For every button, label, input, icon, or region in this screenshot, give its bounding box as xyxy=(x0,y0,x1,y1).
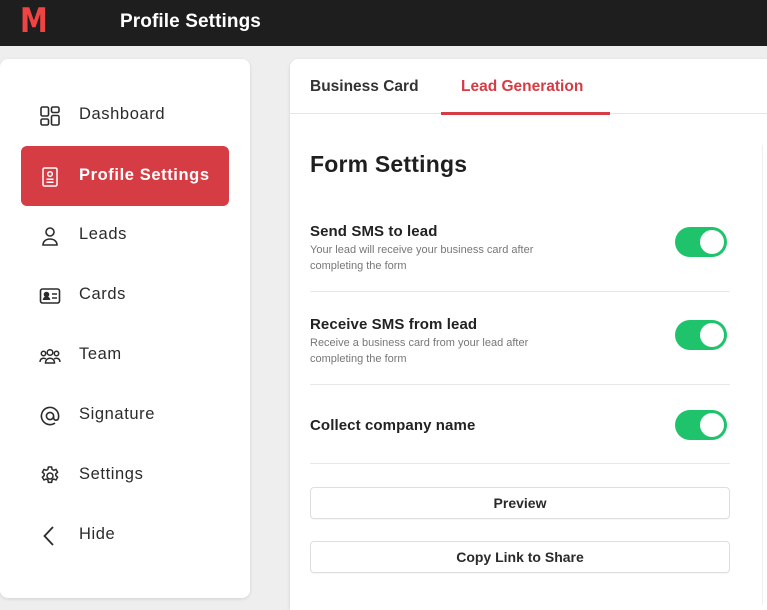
preview-button[interactable]: Preview xyxy=(310,487,730,519)
setting-title: Collect company name xyxy=(310,417,476,434)
setting-send-sms: Send SMS to lead Your lead will receive … xyxy=(310,223,730,292)
dashboard-icon xyxy=(39,105,61,127)
sidebar-item-label: Cards xyxy=(79,285,127,303)
sidebar-item-profile-settings[interactable]: Profile Settings xyxy=(21,146,229,206)
receive-sms-toggle[interactable] xyxy=(675,320,727,350)
sidebar-item-label: Team xyxy=(79,345,122,363)
toggle-knob xyxy=(700,323,724,347)
sidebar-item-label: Leads xyxy=(79,225,127,243)
sidebar-item-team[interactable]: Team xyxy=(21,325,229,385)
team-icon xyxy=(39,345,61,367)
sidebar: Dashboard Profile Settings Leads Cards T… xyxy=(0,59,250,598)
sidebar-item-dashboard[interactable]: Dashboard xyxy=(21,85,229,145)
toggle-knob xyxy=(700,230,724,254)
sidebar-item-cards[interactable]: Cards xyxy=(21,265,229,325)
person-icon xyxy=(39,225,61,247)
gear-icon xyxy=(39,465,61,487)
sidebar-item-label: Dashboard xyxy=(79,105,166,123)
tab-label: Business Card xyxy=(310,78,419,95)
setting-collect-company: Collect company name xyxy=(310,385,730,464)
chevron-left-icon xyxy=(39,525,61,547)
setting-title: Send SMS to lead xyxy=(310,223,438,240)
setting-description: Receive a business card from your lead a… xyxy=(310,337,529,365)
sidebar-item-label: Signature xyxy=(79,405,156,423)
form-settings-section: Form Settings Send SMS to lead Your lead… xyxy=(290,115,767,610)
sidebar-item-label: Hide xyxy=(79,525,116,543)
tab-bar: Business Card Lead Generation xyxy=(290,59,767,115)
sidebar-item-leads[interactable]: Leads xyxy=(21,205,229,265)
setting-title: Receive SMS from lead xyxy=(310,316,478,333)
at-sign-icon xyxy=(39,405,61,427)
top-bar: M Profile Settings xyxy=(0,0,767,46)
sidebar-item-label: Profile Settings xyxy=(79,166,210,184)
setting-description: Your lead will receive your business car… xyxy=(310,244,534,272)
toggle-knob xyxy=(700,413,724,437)
collect-company-toggle[interactable] xyxy=(675,410,727,440)
sidebar-item-label: Settings xyxy=(79,465,144,483)
sidebar-item-hide[interactable]: Hide xyxy=(21,505,229,565)
id-card-icon xyxy=(39,285,61,307)
app-logo[interactable]: M xyxy=(20,4,48,38)
profile-card-icon xyxy=(39,166,61,188)
copy-link-button[interactable]: Copy Link to Share xyxy=(310,541,730,573)
sidebar-item-settings[interactable]: Settings xyxy=(21,445,229,505)
tab-lead-generation[interactable]: Lead Generation xyxy=(441,59,610,115)
main-panel: Business Card Lead Generation Form Setti… xyxy=(290,59,767,610)
tab-label: Lead Generation xyxy=(461,78,584,95)
sidebar-item-signature[interactable]: Signature xyxy=(21,385,229,445)
setting-receive-sms: Receive SMS from lead Receive a business… xyxy=(310,316,730,385)
section-title: Form Settings xyxy=(310,151,468,177)
tab-business-card[interactable]: Business Card xyxy=(310,59,430,114)
send-sms-toggle[interactable] xyxy=(675,227,727,257)
page-title: Profile Settings xyxy=(120,11,261,32)
